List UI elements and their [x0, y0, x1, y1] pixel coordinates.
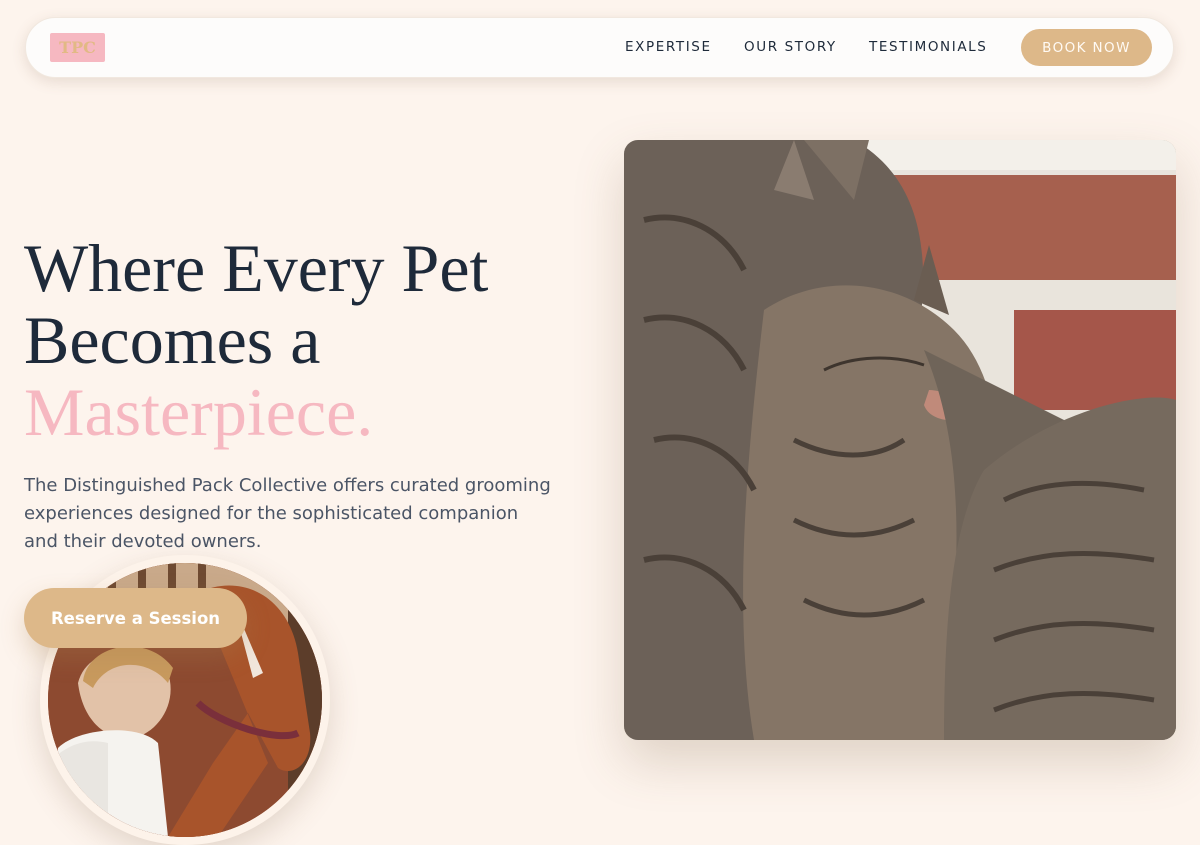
top-navbar: TPC EXPERTISE OUR STORY TESTIMONIALS BOO… — [25, 17, 1174, 78]
reserve-session-button[interactable]: Reserve a Session — [24, 588, 247, 648]
book-now-button[interactable]: BOOK NOW — [1021, 29, 1152, 66]
headline-accent: Masterpiece. — [24, 374, 374, 450]
nav-link-testimonials[interactable]: TESTIMONIALS — [869, 39, 987, 55]
logo[interactable]: TPC — [50, 33, 105, 62]
hero-description: The Distinguished Pack Collective offers… — [24, 475, 551, 552]
nav-link-expertise[interactable]: EXPERTISE — [625, 39, 712, 55]
hero-photo-illustration — [624, 140, 1176, 740]
hero-headline: Where Every Pet Becomes a Masterpiece. — [24, 232, 594, 448]
nav-link-our-story[interactable]: OUR STORY — [744, 39, 837, 55]
headline-line-1: Where Every Pet — [24, 230, 489, 306]
two-tabby-cats-photo — [624, 140, 1176, 740]
headline-line-2: Becomes a — [24, 302, 321, 378]
